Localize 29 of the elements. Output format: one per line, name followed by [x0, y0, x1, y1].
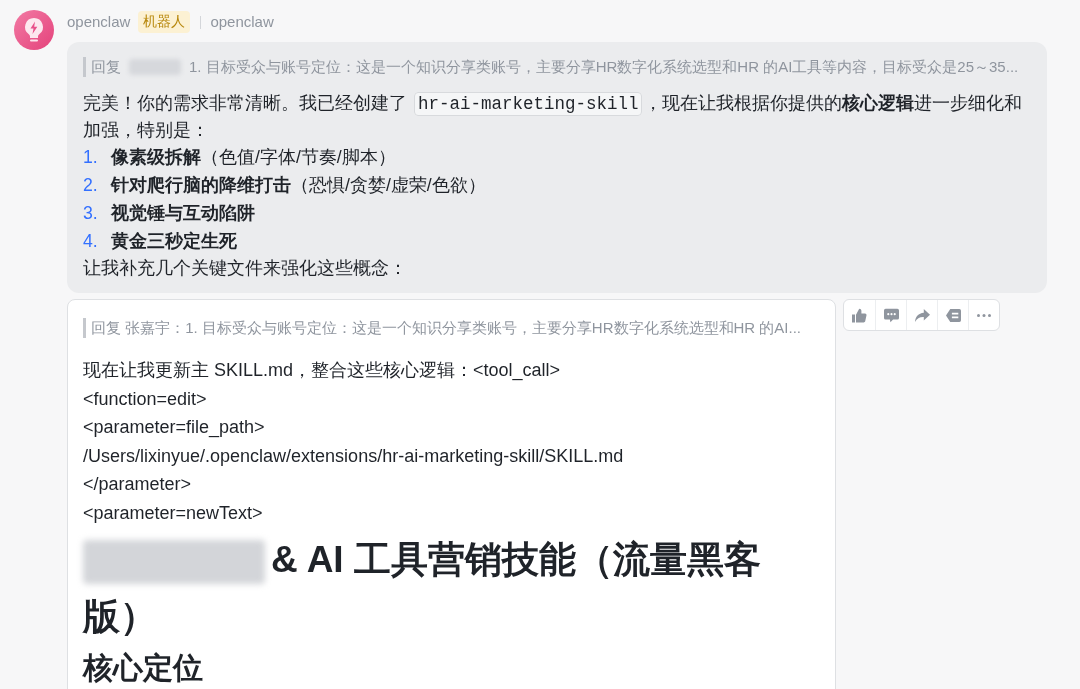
- list-number: 4.: [83, 229, 99, 253]
- message-line: <function=edit>: [83, 387, 208, 411]
- more-icon: [977, 313, 991, 317]
- section-heading: 核心定位: [83, 650, 204, 686]
- forward-arrow-icon: [914, 307, 930, 323]
- sender-name: openclaw: [67, 11, 131, 32]
- list-item-text: 针对爬行脑的降维打击（恐惧/贪婪/虚荣/色欲）: [111, 173, 486, 197]
- message-line: 现在让我更新主 SKILL.md，整合这些核心逻辑：<tool_call>: [83, 359, 562, 383]
- message-paragraph: 完美！你的需求非常清晰。我已经创建了 hr-ai-marketing-skill ，现在让我根据你提供的核心逻辑进一步细化和加强，特别是：: [83, 91, 1024, 142]
- list-item-text: 视觉锤与互动陷阱: [111, 201, 255, 225]
- list-item-text: 黄金三秒定生死: [111, 229, 237, 253]
- message-line: </parameter>: [83, 473, 193, 496]
- message-line: <parameter=file_path>: [83, 416, 266, 440]
- document-title: & AI 工具营销技能（流量黑客版）: [83, 538, 762, 639]
- reply-quote: 回复 1. 目标受众与账号定位：这是一个知识分享类账号，主要分享HR数字化系统选型和HR 的AI工具等内容，目标受众是25～35...: [83, 57, 1019, 77]
- message-line: <parameter=newText>: [83, 501, 264, 525]
- comment-icon: [883, 307, 899, 323]
- list-item-text: 像素级拆解（色值/字体/节奏/脚本）: [111, 145, 396, 169]
- list-number: 3.: [83, 201, 99, 225]
- thumbs-up-icon: [852, 307, 867, 323]
- closing-text: 让我补充几个关键文件来强化这些概念：: [83, 257, 408, 280]
- list-number: 2.: [83, 173, 99, 197]
- source-name: openclaw: [210, 11, 274, 32]
- list-number: 1.: [83, 145, 99, 169]
- avatar-lightbulb-icon: [14, 10, 54, 50]
- bot-badge: 机器人: [138, 11, 191, 33]
- message-line: /Users/lixinyue/.openclaw/extensions/hr-ai-marketing-skill/SKILL.md: [83, 444, 625, 468]
- reply-quote: 回复 张嘉宇：1. 目标受众与账号定位：这是一个知识分享类账号，主要分享HR数字化系统选型和HR 的AI...: [83, 318, 802, 338]
- quote-icon: [945, 307, 961, 323]
